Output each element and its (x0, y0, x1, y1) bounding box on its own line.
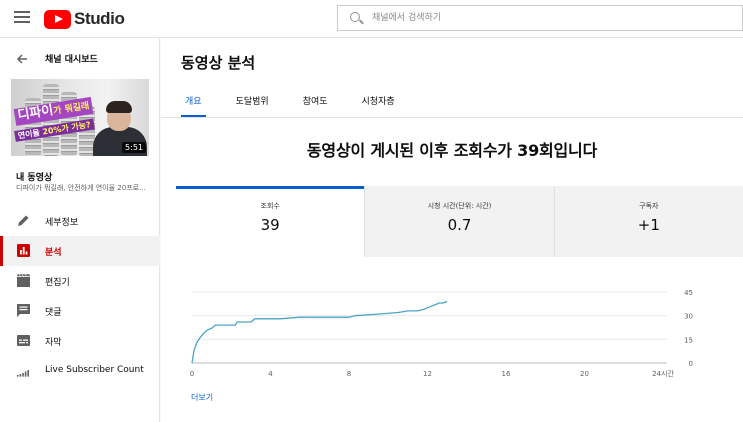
tab-audience[interactable]: 시청자층 (358, 87, 399, 117)
metric-value: 0.7 (447, 216, 472, 234)
x-tick-label: 8 (347, 370, 351, 378)
logo-text: Studio (74, 9, 125, 28)
tab-reach[interactable]: 도달범위 (232, 87, 273, 117)
sidebar-item-label: 분석 (45, 248, 62, 258)
clapperboard-icon (17, 274, 30, 287)
tabs-divider (161, 117, 743, 118)
see-more-link[interactable]: 더보기 (191, 392, 213, 403)
back-arrow-icon[interactable] (16, 53, 28, 65)
y-tick-label: 30 (684, 313, 693, 321)
pencil-icon (18, 215, 29, 226)
back-label: 채널 대시보드 (45, 55, 98, 65)
video-duration: 5:51 (122, 142, 146, 153)
sidebar-item-label: 세부정보 (45, 218, 79, 228)
x-tick-label: 0 (190, 370, 194, 378)
presenter-hair (106, 101, 132, 113)
youtube-play-icon (44, 9, 71, 29)
x-tick-label: 12 (423, 370, 432, 378)
video-thumbnail[interactable]: 디파이가 뭐길래 연이율 20%가 가능? 5:51 (11, 79, 149, 156)
sidebar-item-editor[interactable]: 편집기 (0, 266, 160, 296)
signal-bars-icon (17, 370, 29, 377)
sidebar-item-label: Live Subscriber Count (45, 365, 144, 375)
sidebar: 채널 대시보드 디파이가 뭐길래 연이율 20%가 가능? 5:51 내 동영상… (0, 38, 160, 422)
sidebar-nav: 세부정보 분석 편집기 댓글 자막 Live Subscriber Count (0, 206, 160, 386)
tab-engagement[interactable]: 참여도 (299, 87, 332, 117)
main-content: 동영상 분석 개요 도달범위 참여도 시청자층 동영상이 게시된 이후 조회수가… (161, 38, 743, 422)
sidebar-item-analytics[interactable]: 분석 (0, 236, 160, 266)
metric-card-views[interactable]: 조회수 39 (176, 186, 366, 257)
search-input[interactable] (372, 10, 722, 26)
my-video-label: 내 동영상 (16, 173, 53, 183)
metric-cards: 조회수 39 시청 시간(단위: 시간) 0.7 구독자 +1 (176, 186, 743, 257)
views-series-line (191, 300, 448, 364)
video-title: 디파이가 뭐길래, 안전하게 연이율 20프로... (16, 184, 146, 192)
search-box[interactable] (337, 5, 743, 31)
views-headline: 동영상이 게시된 이후 조회수가 39회입니다 (306, 141, 598, 160)
sidebar-item-label: 자막 (45, 338, 62, 348)
views-line-chart[interactable]: 0 15 30 45 0 4 8 12 16 20 24시간 (161, 274, 743, 384)
page-title: 동영상 분석 (181, 54, 256, 72)
subtitles-icon (17, 335, 30, 346)
back-to-dashboard[interactable]: 채널 대시보드 (0, 50, 160, 68)
sidebar-item-comments[interactable]: 댓글 (0, 296, 160, 326)
sidebar-item-live-subscriber-count[interactable]: Live Subscriber Count (0, 356, 160, 386)
metric-value: 39 (260, 216, 280, 234)
sidebar-item-subtitles[interactable]: 자막 (0, 326, 160, 356)
sidebar-item-details[interactable]: 세부정보 (0, 206, 160, 236)
x-tick-label: 20 (580, 370, 589, 378)
x-tick-label: 24시간 (652, 369, 674, 378)
metric-label: 시청 시간(단위: 시간) (427, 202, 492, 210)
sidebar-item-label: 댓글 (45, 308, 62, 318)
x-tick-label: 16 (502, 370, 511, 378)
menu-icon[interactable] (14, 11, 30, 27)
top-bar: Studio (0, 0, 743, 38)
youtube-studio-logo[interactable]: Studio (44, 9, 125, 29)
metric-card-subscribers[interactable]: 구독자 +1 (555, 186, 743, 257)
y-tick-label: 45 (684, 289, 693, 297)
y-tick-label: 15 (684, 336, 693, 344)
metric-card-watch-time[interactable]: 시청 시간(단위: 시간) 0.7 (365, 186, 555, 257)
metric-label: 구독자 (639, 202, 659, 210)
tab-overview[interactable]: 개요 (181, 87, 206, 117)
metric-value: +1 (637, 216, 660, 234)
y-tick-label: 0 (689, 360, 693, 368)
metric-label: 조회수 (260, 202, 280, 210)
search-icon[interactable] (350, 12, 360, 22)
analytics-icon (17, 244, 30, 257)
analytics-tabs: 개요 도달범위 참여도 시청자층 (181, 87, 425, 117)
sidebar-item-label: 편집기 (45, 278, 70, 288)
comment-icon (17, 304, 30, 317)
x-tick-label: 4 (268, 370, 273, 378)
